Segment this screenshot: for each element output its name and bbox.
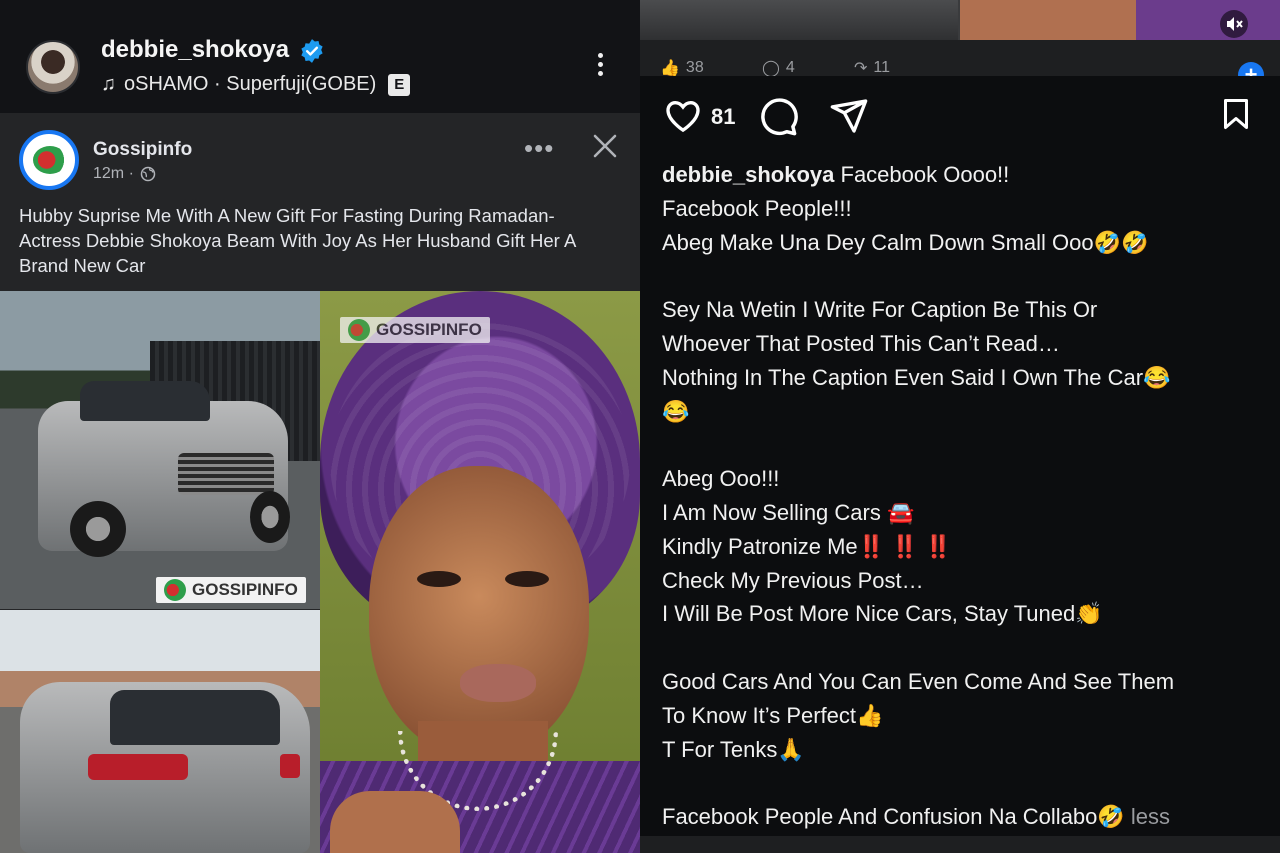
car-rear-photo[interactable]: [0, 610, 320, 853]
audio-title: oSHAMO · Superfuji(GOBE): [124, 73, 377, 95]
car-front-photo[interactable]: GOSSIPINFO: [0, 291, 320, 609]
action-bar: 81: [640, 76, 1280, 156]
strip-like[interactable]: 👍 38: [660, 58, 704, 78]
previous-post-media: [640, 0, 1280, 40]
avatar[interactable]: [26, 40, 80, 94]
facebook-post-screenshot: Gossipinfo 12m · ••• Hubby Suprise Me Wi…: [0, 113, 640, 853]
caption: debbie_shokoya Facebook Oooo!! Facebook …: [662, 158, 1262, 834]
post-time: 12m ·: [93, 165, 134, 182]
post-text: Hubby Suprise Me With A New Gift For Fas…: [19, 205, 576, 276]
username[interactable]: debbie_shokoya: [101, 36, 289, 64]
page-name[interactable]: Gossipinfo: [93, 139, 192, 161]
watermark: GOSSIPINFO: [156, 577, 306, 603]
heart-icon[interactable]: [662, 96, 704, 136]
post-meta: 12m ·: [93, 165, 156, 183]
page-avatar[interactable]: [19, 130, 79, 190]
caption-username[interactable]: debbie_shokoya: [662, 162, 834, 187]
portrait-photo[interactable]: GOSSIPINFO: [320, 291, 640, 853]
strip-comment[interactable]: ◯ 4: [762, 58, 795, 78]
globe-icon: [140, 166, 156, 182]
close-icon[interactable]: [592, 133, 618, 159]
bookmark-icon[interactable]: [1218, 94, 1254, 134]
audio-line[interactable]: ♫ oSHAMO · Superfuji(GOBE) E: [101, 73, 411, 96]
caption-text: Facebook Oooo!! Facebook People!!! Abeg …: [662, 162, 1175, 830]
share-icon[interactable]: [828, 96, 870, 136]
like-count[interactable]: 81: [711, 104, 735, 130]
more-horizontal-icon[interactable]: •••: [524, 133, 554, 164]
right-panel: 👍 38 ◯ 4 ↷ 11 + 81 debbie_shokoya Facebook …: [640, 0, 1280, 853]
music-note-icon: ♫: [101, 73, 116, 95]
strip-share[interactable]: ↷ 11: [854, 58, 890, 78]
bottom-bar: [640, 836, 1280, 853]
mute-icon[interactable]: [1220, 10, 1248, 38]
watermark: GOSSIPINFO: [340, 317, 490, 343]
left-panel: debbie_shokoya ♫ oSHAMO · Superfuji(GOBE…: [0, 0, 640, 853]
explicit-badge: E: [388, 73, 411, 96]
more-vertical-icon[interactable]: [592, 50, 608, 84]
less-link[interactable]: less: [1131, 804, 1170, 829]
previous-post-actions: 👍 38 ◯ 4 ↷ 11: [640, 40, 1280, 78]
verified-badge-icon: [301, 39, 323, 63]
comment-icon[interactable]: [757, 96, 799, 138]
reel-header: debbie_shokoya ♫ oSHAMO · Superfuji(GOBE…: [0, 0, 640, 113]
